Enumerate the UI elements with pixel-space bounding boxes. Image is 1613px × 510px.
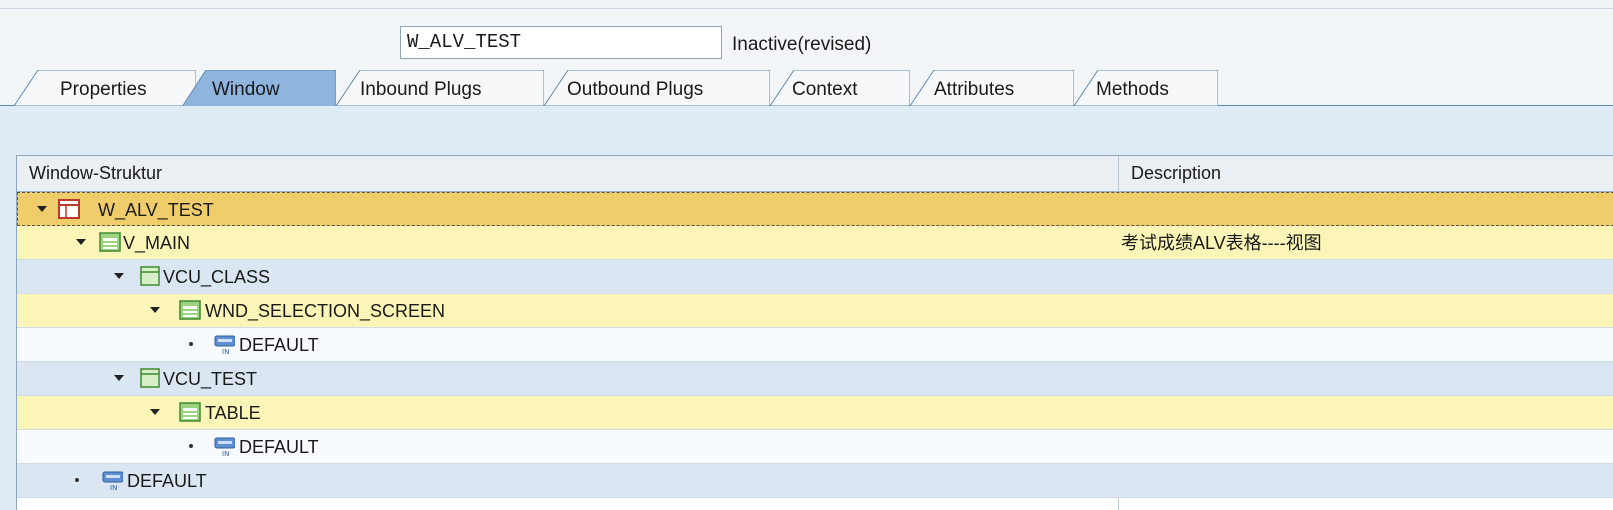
tree-row-default-plug[interactable]: IN DEFAULT: [17, 328, 1613, 362]
expand-triangle-icon[interactable]: [111, 268, 127, 284]
expand-triangle-icon[interactable]: [111, 370, 127, 386]
view-container-icon: [140, 266, 160, 286]
expand-triangle-icon[interactable]: [73, 234, 89, 250]
tab-outbound-plugs[interactable]: Outbound Plugs: [544, 70, 770, 106]
tab-label: Methods: [1096, 79, 1169, 100]
expand-triangle-icon[interactable]: [147, 404, 163, 420]
tab-attributes[interactable]: Attributes: [910, 70, 1074, 106]
column-header-structure[interactable]: Window-Struktur: [29, 163, 162, 184]
tree-row-label: VCU_CLASS: [163, 267, 271, 287]
inbound-plug-icon: IN: [102, 471, 123, 491]
window-name-field[interactable]: W_ALV_TEST: [400, 26, 722, 59]
tab-label: Context: [792, 79, 858, 100]
top-border: [0, 0, 1613, 9]
view-icon: [179, 402, 201, 422]
tree-row-vcu-test[interactable]: VCU_TEST: [17, 362, 1613, 396]
tree-row-label: DEFAULT: [127, 471, 207, 491]
view-container-icon: [140, 368, 160, 388]
tab-methods[interactable]: Methods: [1074, 70, 1218, 106]
tab-properties[interactable]: Properties: [14, 70, 196, 106]
tree-row-table[interactable]: TABLE: [17, 396, 1613, 430]
window-header: W_ALV_TEST Inactive(revised): [0, 9, 1613, 65]
window-structure-tree: Window-Struktur Description W_ALV_TEST V…: [16, 155, 1613, 510]
tab-label: Outbound Plugs: [567, 79, 704, 100]
view-icon: [99, 232, 121, 252]
tab-inbound-plugs[interactable]: Inbound Plugs: [336, 70, 544, 106]
tree-row-label: TABLE: [205, 403, 261, 423]
tab-label: Inbound Plugs: [360, 79, 482, 100]
tab-label: Window: [212, 79, 280, 100]
tree-row-label: DEFAULT: [239, 437, 319, 457]
expand-triangle-icon[interactable]: [147, 302, 163, 318]
tree-row-label: W_ALV_TEST: [98, 200, 214, 220]
status-text: Inactive(revised): [732, 34, 872, 55]
tab-label: Attributes: [934, 79, 1015, 100]
expand-triangle-icon[interactable]: [34, 201, 50, 217]
window-icon: [58, 199, 80, 219]
tree-row-label: VCU_TEST: [163, 369, 258, 389]
column-header-description[interactable]: Description: [1131, 163, 1221, 184]
view-icon: [179, 300, 201, 320]
tab-context[interactable]: Context: [770, 70, 910, 106]
tree-row-v-main[interactable]: V_MAIN 考试成绩ALV表格----视图: [17, 226, 1613, 260]
tree-row-label: V_MAIN: [123, 233, 191, 253]
svg-text:IN: IN: [222, 348, 229, 355]
tree-row-default-plug[interactable]: IN DEFAULT: [17, 430, 1613, 464]
tab-window[interactable]: Window: [182, 70, 336, 107]
tree-row-vcu-class[interactable]: VCU_CLASS: [17, 260, 1613, 294]
tree-row-label: DEFAULT: [239, 335, 319, 355]
tree-row-w-alv-test[interactable]: W_ALV_TEST: [17, 192, 1613, 226]
tree-header: Window-Struktur Description: [17, 156, 1613, 192]
leaf-bullet: [75, 478, 79, 482]
leaf-bullet: [189, 342, 193, 346]
svg-text:IN: IN: [110, 484, 117, 491]
tree-row-default-plug[interactable]: IN DEFAULT: [17, 464, 1613, 498]
tab-label: Properties: [60, 79, 147, 100]
tree-row-wnd-selection-screen[interactable]: WND_SELECTION_SCREEN: [17, 294, 1613, 328]
svg-text:IN: IN: [222, 450, 229, 457]
inbound-plug-icon: IN: [214, 437, 235, 457]
inbound-plug-icon: IN: [214, 335, 235, 355]
leaf-bullet: [189, 444, 193, 448]
tree-row-description: 考试成绩ALV表格----视图: [1121, 233, 1322, 253]
tree-row-label: WND_SELECTION_SCREEN: [205, 301, 446, 321]
